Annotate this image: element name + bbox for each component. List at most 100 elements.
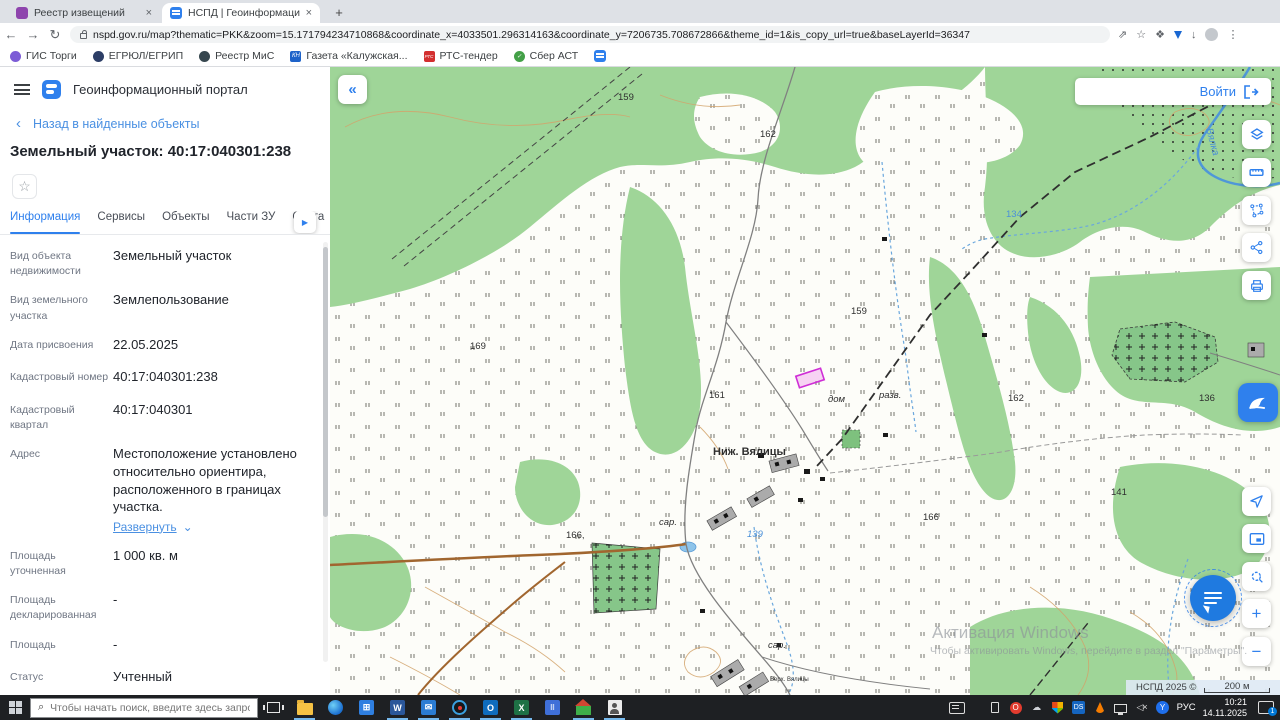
tab-information[interactable]: Информация — [10, 211, 81, 234]
edge-button[interactable] — [320, 695, 351, 720]
forward-icon[interactable]: → — [22, 27, 44, 42]
home-app-icon — [575, 699, 591, 715]
scrollbar-thumb[interactable] — [323, 247, 328, 517]
flame-icon[interactable] — [1093, 701, 1107, 715]
panel-scrollbar[interactable] — [323, 242, 328, 662]
store-button[interactable]: ⊞ — [351, 695, 382, 720]
zoom-out-button[interactable]: − — [1242, 637, 1271, 666]
volume-muted-icon[interactable]: ◁× — [1135, 701, 1149, 715]
browser-tab-nspd[interactable]: НСПД | Геоинформационный п × — [162, 3, 320, 23]
map-label: 134 — [1006, 209, 1022, 220]
bookmark-gis-torgi[interactable]: ГИС Торги — [10, 50, 77, 62]
collapse-panel-button[interactable]: « — [338, 75, 367, 104]
file-explorer-button[interactable] — [289, 695, 320, 720]
notification-center-icon[interactable]: 1 — [1258, 701, 1277, 716]
address-bar[interactable]: nspd.gov.ru/map?thematic=PKK&zoom=15.171… — [70, 26, 1110, 43]
portrait-app-button[interactable] — [599, 695, 630, 720]
lock-icon — [80, 29, 87, 39]
outlook-button[interactable]: O — [475, 695, 506, 720]
usb-icon[interactable] — [988, 701, 1002, 715]
zoom-in-button[interactable]: + — [1242, 599, 1271, 628]
panel-header: Геоинформационный портал — [0, 67, 330, 99]
expand-link[interactable]: Развернуть ⌄ — [113, 519, 320, 535]
bookmark-reestr-mis[interactable]: Реестр МиС — [199, 50, 274, 62]
tabs-next-button[interactable]: ▶ — [294, 211, 316, 233]
start-button[interactable] — [0, 695, 30, 720]
word-button[interactable]: W — [382, 695, 413, 720]
mail-button[interactable]: ✉ — [413, 695, 444, 720]
download-icon[interactable]: ↓ — [1191, 29, 1197, 41]
language-indicator[interactable]: РУС — [1177, 702, 1196, 713]
tab-parts[interactable]: Части ЗУ — [227, 211, 276, 234]
field-value: 40:17:040301 — [113, 401, 193, 417]
network-icon[interactable] — [1114, 701, 1128, 715]
mail-icon: ✉ — [421, 700, 436, 715]
browser-chrome: Реестр извещений × НСПД | Геоинформацион… — [0, 0, 1280, 67]
map-canvas[interactable]: 159 162 134 159 169 161 дом разв. 162 136 Ниж. Вял… — [330, 67, 1280, 695]
defender-shield-icon[interactable] — [1051, 701, 1065, 715]
tab-services[interactable]: Сервисы — [97, 211, 145, 234]
calculator-button[interactable]: ⠿ — [537, 695, 568, 720]
back-to-results-link[interactable]: ‹ Назад в найденные объекты — [0, 99, 330, 131]
close-icon[interactable]: × — [146, 7, 152, 19]
bookmark-label: РТС-тендер — [439, 50, 498, 62]
edge-icon — [328, 700, 343, 715]
menu-dots-icon[interactable]: ⋮ — [1227, 28, 1238, 41]
print-button[interactable] — [1242, 271, 1271, 300]
search-input[interactable] — [50, 701, 250, 714]
url-text[interactable]: nspd.gov.ru/map?thematic=PKK&zoom=15.171… — [93, 29, 1100, 41]
favorite-star-button[interactable]: ☆ — [12, 174, 37, 199]
bookmark-gazeta[interactable]: КН Газета «Калужская... — [290, 50, 408, 62]
overview-map-button[interactable] — [1242, 524, 1271, 553]
nspd-logo-icon[interactable] — [42, 80, 61, 99]
task-view-button[interactable] — [258, 695, 289, 720]
bookmark-star-icon[interactable]: ☆ — [1136, 28, 1146, 41]
panel-tabs: Информация Сервисы Объекты Части ЗУ Сост… — [0, 211, 330, 235]
system-tray: O ☁ DS ◁× Y РУС 10:21 14.11.2025 1 — [948, 697, 1280, 719]
reload-icon[interactable]: ↻ — [44, 27, 66, 43]
browser-tab-registry[interactable]: Реестр извещений × — [8, 3, 160, 23]
measure-button[interactable] — [1242, 158, 1271, 187]
field-label: Площадь декларированная — [10, 594, 97, 622]
parcel-title: Земельный участок: 40:17:040301:238 — [10, 143, 292, 160]
flask-extension-icon[interactable] — [1173, 30, 1182, 39]
field-value: 1 000 кв. м — [113, 547, 178, 563]
cloud-icon[interactable]: ☁ — [1030, 701, 1044, 715]
my-location-button[interactable] — [1242, 487, 1271, 516]
taskbar-search[interactable]: ⌕ — [30, 697, 258, 718]
tab-strip: Реестр извещений × НСПД | Геоинформацион… — [0, 0, 1280, 23]
field-label: Площадь — [10, 638, 56, 651]
recorder-button[interactable] — [444, 695, 475, 720]
share-icon[interactable]: ⇗ — [1118, 28, 1127, 41]
chat-button[interactable] — [1190, 575, 1236, 621]
profile-avatar[interactable] — [1205, 28, 1219, 41]
extension-icon[interactable]: ❖ — [1155, 28, 1165, 41]
back-icon[interactable]: ← — [0, 27, 22, 42]
home-app-button[interactable] — [568, 695, 599, 720]
portrait-app-icon — [607, 700, 622, 715]
assistant-dock-button[interactable] — [1238, 383, 1278, 422]
select-area-button[interactable] — [1242, 196, 1271, 225]
menu-icon[interactable] — [14, 84, 30, 95]
ds-app-icon[interactable]: DS — [1072, 701, 1086, 715]
new-tab-button[interactable]: + — [330, 4, 348, 22]
bookmark-rts[interactable]: РТС РТС-тендер — [423, 50, 498, 62]
opera-icon[interactable]: O — [1009, 701, 1023, 715]
widgets-icon[interactable] — [948, 701, 965, 714]
login-button[interactable]: Войти — [1075, 78, 1271, 105]
bookmark-sber-ast[interactable]: ✓ Сбер АСТ — [513, 50, 578, 62]
bookmark-doc-favicon[interactable] — [594, 50, 607, 62]
y-app-icon[interactable]: Y — [1156, 701, 1170, 715]
search-on-map-button[interactable] — [1242, 562, 1271, 591]
scale-bar: 200 м — [1204, 681, 1270, 693]
bookmark-egrul[interactable]: ЕГРЮЛ/ЕГРИП — [92, 50, 183, 62]
tab-objects[interactable]: Объекты — [162, 211, 209, 234]
clock[interactable]: 10:21 14.11.2025 — [1203, 697, 1247, 719]
share-button[interactable] — [1242, 233, 1271, 262]
excel-button[interactable]: X — [506, 695, 537, 720]
field-value: - — [113, 636, 118, 652]
browser-actions: ⇗ ☆ ❖ ↓ ⋮ — [1118, 28, 1238, 41]
layers-button[interactable] — [1242, 120, 1271, 149]
field-row: Кадастровый номер 40:17:040301:238 — [10, 368, 320, 389]
close-icon[interactable]: × — [306, 7, 312, 19]
